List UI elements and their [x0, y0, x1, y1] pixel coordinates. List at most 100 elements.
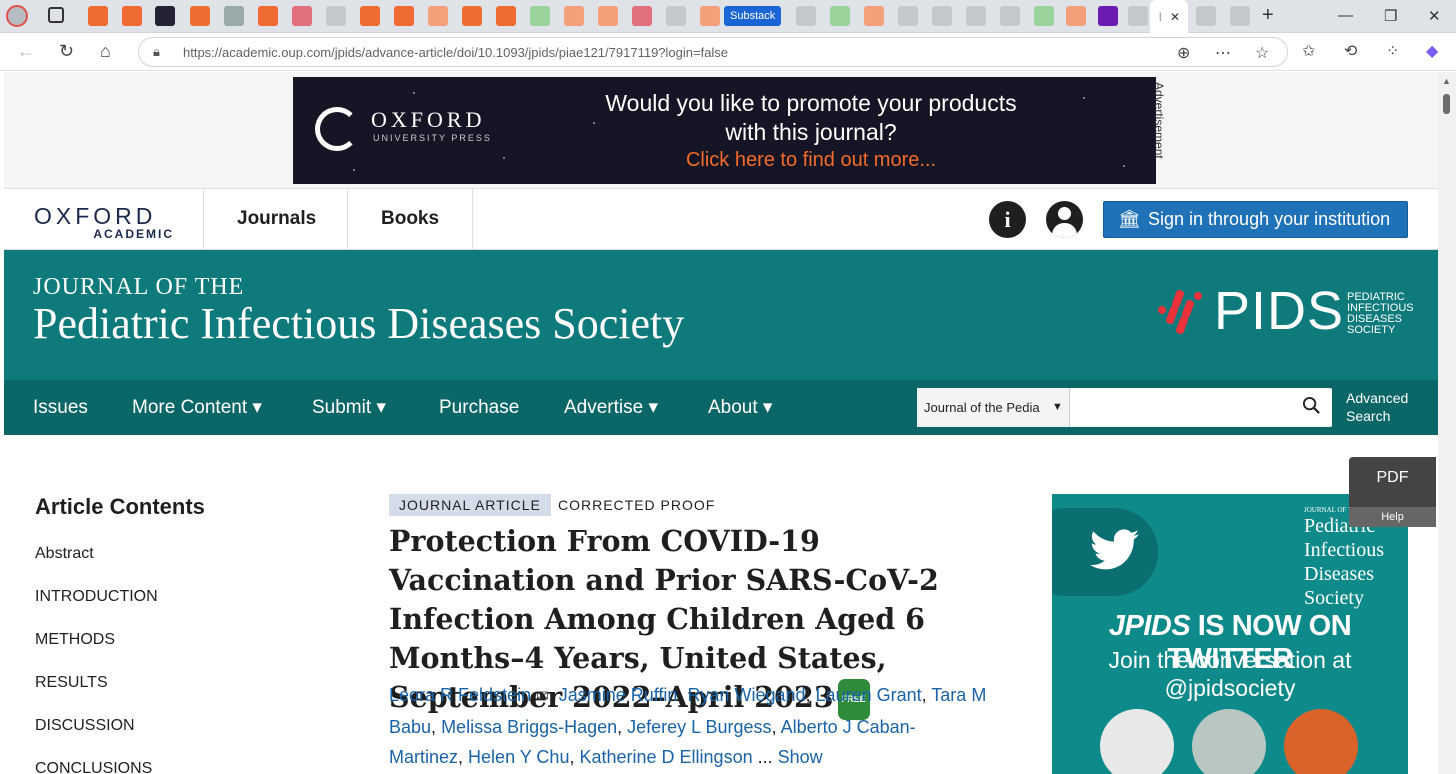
tab[interactable] [666, 6, 686, 26]
tab[interactable] [796, 6, 816, 26]
nav-journals[interactable]: Journals [203, 189, 349, 249]
author-link[interactable]: Ryan Wiegand [687, 685, 805, 705]
search-icon[interactable] [1302, 396, 1321, 415]
nav-purchase[interactable]: Purchase [439, 380, 519, 435]
tab-substack[interactable]: Substack [724, 6, 782, 26]
address-bar[interactable]: 🔒︎ https://academic.oup.com/jpids/advanc… [138, 37, 1288, 67]
tab-actions-icon[interactable] [48, 7, 64, 23]
tab[interactable] [530, 6, 550, 26]
extensions-icon[interactable]: ⁘ [1386, 41, 1399, 61]
nav-more-content[interactable]: More Content ▾ [132, 380, 262, 435]
journal-title-line1[interactable]: JOURNAL OF THE [33, 274, 244, 301]
history-icon[interactable]: ⟲ [1344, 41, 1357, 61]
profile-avatar[interactable] [6, 5, 28, 27]
tab[interactable] [122, 6, 142, 26]
avatar [1192, 709, 1266, 774]
toc-methods[interactable]: METHODS [35, 631, 115, 649]
zoom-icon[interactable]: ⊕ [1177, 43, 1190, 63]
back-icon[interactable]: ← [17, 41, 35, 62]
toc-results[interactable]: RESULTS [35, 674, 108, 692]
scroll-thumb[interactable] [1443, 94, 1450, 114]
user-account-icon[interactable] [1046, 201, 1083, 238]
tab[interactable] [598, 6, 618, 26]
tab[interactable] [700, 6, 720, 26]
pids-sub-line: SOCIETY [1347, 324, 1396, 336]
author-link[interactable]: Jeferey L Burgess [627, 717, 771, 737]
author-link[interactable]: Leora R Feldstein [389, 685, 531, 705]
home-icon[interactable]: ⌂ [100, 41, 111, 62]
author-link[interactable]: Jasmine Ruffin [559, 685, 678, 705]
minimize-icon[interactable]: — [1338, 7, 1353, 24]
url-text[interactable]: https://academic.oup.com/jpids/advance-a… [183, 45, 728, 60]
close-window-icon[interactable]: ✕ [1428, 7, 1441, 25]
toc-introduction[interactable]: INTRODUCTION [35, 588, 158, 606]
twitter-promo-ad[interactable]: JOURNAL OF THE Pediatric Infectious Dise… [1052, 494, 1408, 774]
refresh-icon[interactable]: ↻ [59, 41, 74, 62]
tab[interactable] [564, 6, 584, 26]
tab[interactable] [155, 6, 175, 26]
tab[interactable] [428, 6, 448, 26]
advanced-search-link[interactable]: Advanced Search [1346, 389, 1408, 425]
copilot-icon[interactable]: ◆ [1426, 41, 1438, 61]
tab[interactable] [1034, 6, 1054, 26]
tab[interactable] [326, 6, 346, 26]
maximize-icon[interactable]: ❐ [1384, 7, 1397, 25]
tab[interactable] [1196, 6, 1216, 26]
tab[interactable] [864, 6, 884, 26]
toc-conclusions[interactable]: CONCLUSIONS [35, 760, 152, 774]
tab[interactable] [88, 6, 108, 26]
tab[interactable] [292, 6, 312, 26]
lock-icon[interactable]: 🔒︎ [153, 44, 160, 60]
tab[interactable] [462, 6, 482, 26]
nav-submit[interactable]: Submit ▾ [312, 380, 386, 435]
tab[interactable] [1066, 6, 1086, 26]
tab[interactable] [1230, 6, 1250, 26]
favorite-star-icon[interactable]: ☆ [1255, 43, 1269, 63]
toc-discussion[interactable]: DISCUSSION [35, 717, 135, 735]
toc-abstract[interactable]: Abstract [35, 545, 94, 563]
pdf-help[interactable]: Help [1349, 507, 1436, 527]
oxford-academic-logo[interactable]: OXFORD ACADEMIC [34, 203, 174, 241]
tab[interactable] [360, 6, 380, 26]
new-tab-icon[interactable]: + [1262, 4, 1274, 27]
tab[interactable] [190, 6, 210, 26]
tab[interactable] [898, 6, 918, 26]
show-more-authors-link[interactable]: Show [778, 747, 823, 767]
tab[interactable] [632, 6, 652, 26]
pdf-label[interactable]: PDF [1349, 469, 1436, 487]
author-link[interactable]: Lauren Grant [816, 685, 922, 705]
journal-title-line2[interactable]: Pediatric Infectious Diseases Society [33, 298, 684, 349]
favorites-icon[interactable]: ✩ [1302, 41, 1315, 61]
tab[interactable] [394, 6, 414, 26]
nav-about[interactable]: About ▾ [708, 380, 772, 435]
author-link[interactable]: Melissa Briggs-Hagen [441, 717, 617, 737]
author-link[interactable]: Katherine D Ellingson [579, 747, 752, 767]
chevron-down-icon[interactable]: ▼ [1052, 388, 1063, 427]
tab[interactable] [1128, 6, 1148, 26]
oup-ad-banner[interactable]: OXFORD UNIVERSITY PRESS Would you like t… [293, 77, 1156, 184]
tab[interactable] [1098, 6, 1118, 26]
info-icon[interactable]: i [989, 201, 1026, 238]
author-link[interactable]: Helen Y Chu [468, 747, 569, 767]
tab-close-icon[interactable]: ✕ [1170, 10, 1180, 24]
tab[interactable] [224, 6, 244, 26]
ad-cta[interactable]: Click here to find out more... [561, 149, 1061, 172]
pdf-widget[interactable]: PDF Help [1349, 457, 1436, 527]
tab[interactable] [830, 6, 850, 26]
search-input[interactable] [1071, 388, 1291, 427]
nav-books[interactable]: Books [347, 189, 474, 249]
email-icon[interactable]: ✉︎ [536, 688, 549, 705]
page-scrollbar[interactable]: ▲ [1438, 72, 1456, 774]
tab[interactable] [932, 6, 952, 26]
tab[interactable] [966, 6, 986, 26]
tab[interactable] [258, 6, 278, 26]
scroll-up-icon[interactable]: ▲ [1442, 76, 1451, 86]
tab[interactable] [496, 6, 516, 26]
institution-signin-button[interactable]: 🏛︎ Sign in through your institution [1103, 201, 1408, 238]
more-options-icon[interactable]: ⋯ [1215, 43, 1231, 63]
tab[interactable] [1000, 6, 1020, 26]
search-scope-select[interactable]: Journal of the Pedia [917, 388, 1070, 427]
nav-issues[interactable]: Issues [33, 380, 88, 435]
tab-active[interactable]: I ✕ [1150, 0, 1188, 33]
nav-advertise[interactable]: Advertise ▾ [564, 380, 658, 435]
